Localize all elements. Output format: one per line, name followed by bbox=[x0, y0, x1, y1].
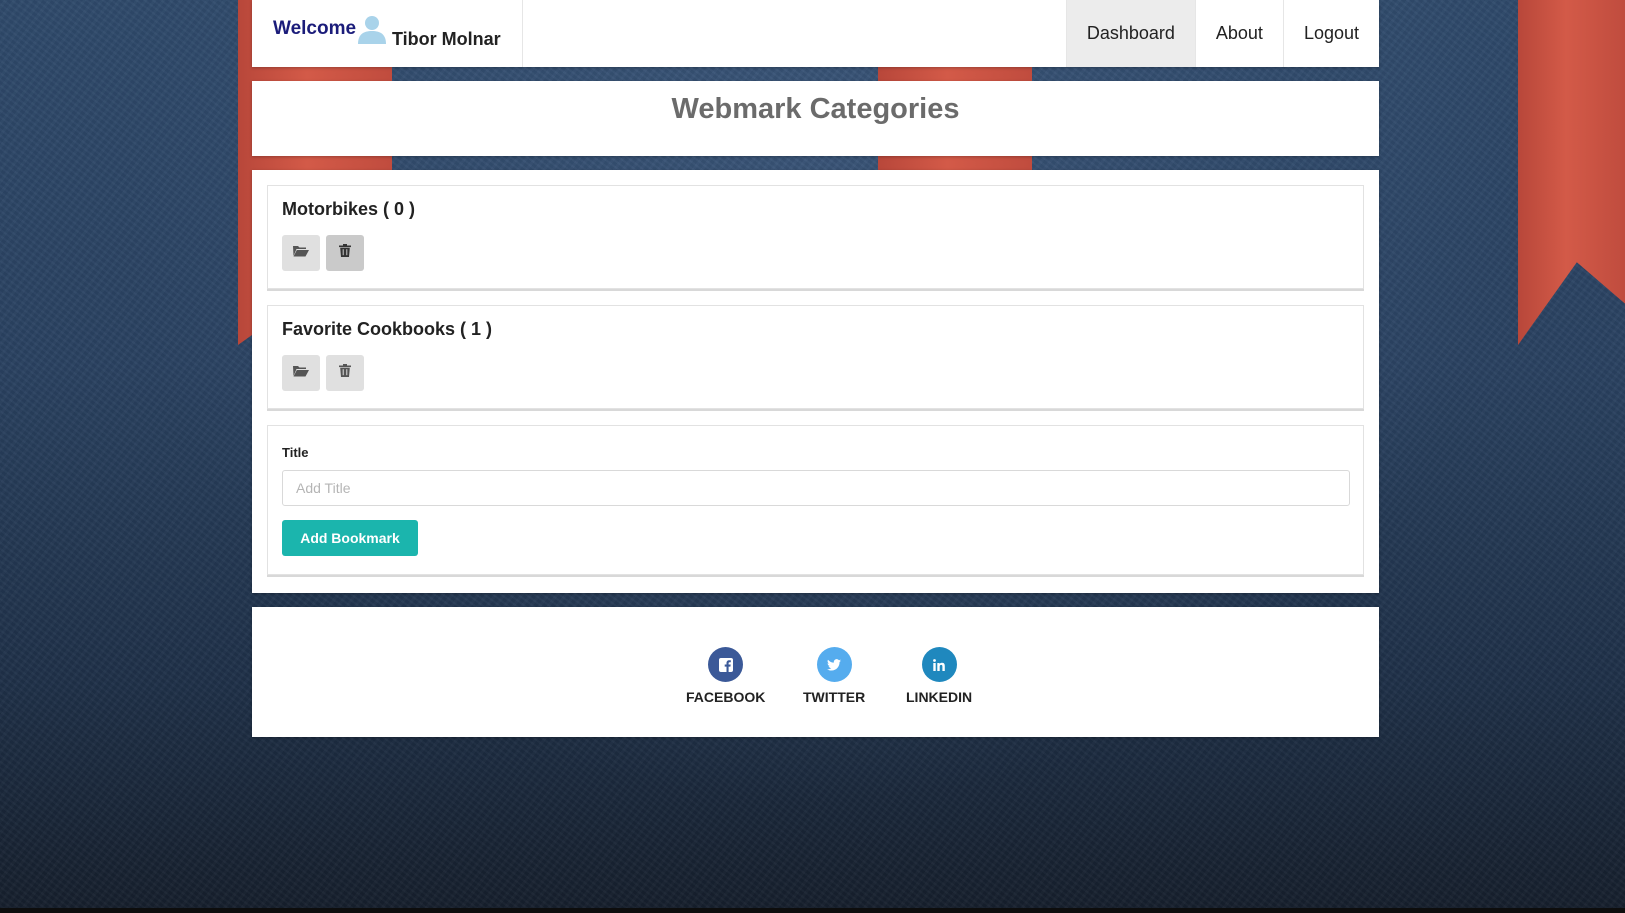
twitter-icon bbox=[816, 647, 852, 682]
nav-item-about[interactable]: About bbox=[1194, 0, 1283, 67]
category-name: Motorbikes ( 0 ) bbox=[282, 199, 416, 219]
open-folder-icon bbox=[293, 244, 309, 262]
nav-menu: Dashboard About Logout bbox=[1065, 0, 1379, 67]
facebook-label: FACEBOOK bbox=[686, 689, 766, 705]
open-category-button[interactable] bbox=[282, 355, 320, 391]
title-panel: Webmark Categories bbox=[252, 81, 1379, 156]
open-folder-icon bbox=[293, 364, 309, 382]
user-name: Tibor Molnar bbox=[392, 29, 501, 49]
add-bookmark-form: Title Add Bookmark bbox=[267, 425, 1364, 575]
linkedin-label: LINKEDIN bbox=[906, 689, 973, 705]
add-bookmark-button[interactable]: Add Bookmark bbox=[282, 520, 418, 556]
facebook-icon bbox=[708, 647, 744, 682]
linkedin-icon bbox=[921, 647, 957, 682]
title-label: Title bbox=[282, 445, 309, 460]
delete-category-button[interactable] bbox=[326, 235, 364, 271]
open-category-button[interactable] bbox=[282, 235, 320, 271]
twitter-label: TWITTER bbox=[803, 689, 866, 705]
welcome-brand: Welcome Tibor Molnar bbox=[252, 0, 523, 67]
page-title: Webmark Categories bbox=[671, 93, 960, 125]
category-card: Motorbikes ( 0 ) bbox=[267, 185, 1364, 289]
top-navbar: Welcome Tibor Molnar Dashboard About Log… bbox=[252, 0, 1379, 67]
welcome-text: Welcome bbox=[273, 18, 357, 39]
twitter-link[interactable]: TWITTER bbox=[803, 647, 865, 705]
delete-category-button[interactable] bbox=[326, 355, 364, 391]
user-icon bbox=[356, 14, 388, 46]
categories-panel: Motorbikes ( 0 ) Favorite Cookbooks (1 … bbox=[252, 170, 1379, 593]
nav-item-logout[interactable]: Logout bbox=[1282, 0, 1379, 67]
title-input[interactable] bbox=[282, 470, 1350, 506]
nav-item-dashboard[interactable]: Dashboard bbox=[1065, 0, 1195, 67]
decorative-ribbon-right bbox=[1518, 0, 1625, 345]
trash-icon bbox=[339, 244, 351, 262]
trash-icon bbox=[339, 364, 351, 382]
linkedin-link[interactable]: LINKEDIN bbox=[906, 647, 972, 705]
category-actions bbox=[282, 355, 364, 391]
facebook-link[interactable]: FACEBOOK bbox=[686, 647, 765, 705]
category-card: Favorite Cookbooks ( 1 ) bbox=[267, 305, 1364, 409]
category-actions bbox=[282, 235, 364, 271]
footer: FACEBOOK TWITTER LINKEDIN bbox=[252, 607, 1379, 737]
category-name: Favorite Cookbooks ( 1 ) bbox=[282, 319, 493, 339]
bottom-edge-bar bbox=[0, 908, 1625, 913]
